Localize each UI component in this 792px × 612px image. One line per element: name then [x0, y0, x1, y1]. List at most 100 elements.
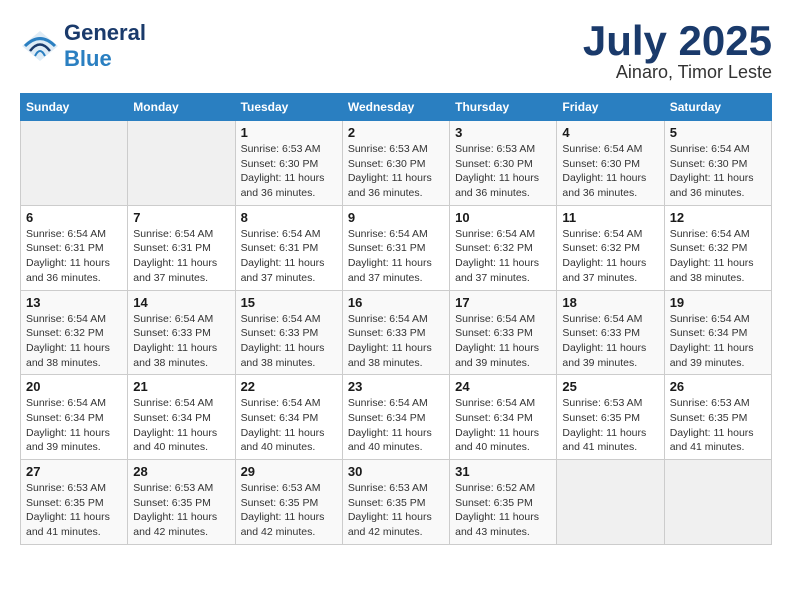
day-number: 6	[26, 210, 122, 225]
day-info: Sunrise: 6:54 AM Sunset: 6:32 PM Dayligh…	[455, 227, 551, 286]
calendar-cell: 12Sunrise: 6:54 AM Sunset: 6:32 PM Dayli…	[664, 205, 771, 290]
logo: General Blue	[20, 20, 146, 72]
calendar-cell: 18 Sunrise: 6:54 AM Sunset: 6:33 PM Dayli…	[557, 290, 664, 375]
day-number: 22	[241, 379, 337, 394]
title-block: July 2025 Ainaro, Timor Leste	[583, 20, 772, 83]
weekday-header-row: SundayMondayTuesdayWednesdayThursdayFrid…	[21, 94, 772, 121]
day-number: 26	[670, 379, 766, 394]
logo-blue: Blue	[64, 46, 112, 71]
day-info: Sunrise: 6:54 AM Sunset: 6:34 PM Dayligh…	[241, 396, 337, 455]
week-row-4: 20 Sunrise: 6:54 AM Sunset: 6:34 PM Dayli…	[21, 375, 772, 460]
calendar-table: SundayMondayTuesdayWednesdayThursdayFrid…	[20, 93, 772, 545]
day-info: Sunrise: 6:53 AM Sunset: 6:35 PM Dayligh…	[670, 396, 766, 455]
day-info: Sunrise: 6:54 AM Sunset: 6:34 PM Dayligh…	[455, 396, 551, 455]
month-title: July 2025	[583, 20, 772, 62]
day-info: Sunrise: 6:53 AM Sunset: 6:30 PM Dayligh…	[455, 142, 551, 201]
day-number: 2	[348, 125, 444, 140]
calendar-cell: 8Sunrise: 6:54 AM Sunset: 6:31 PM Daylig…	[235, 205, 342, 290]
day-number: 16	[348, 295, 444, 310]
calendar-cell: 24 Sunrise: 6:54 AM Sunset: 6:34 PM Dayli…	[450, 375, 557, 460]
location-title: Ainaro, Timor Leste	[583, 62, 772, 83]
calendar-cell	[664, 460, 771, 545]
calendar-cell: 21Sunrise: 6:54 AM Sunset: 6:34 PM Dayli…	[128, 375, 235, 460]
calendar-cell: 19Sunrise: 6:54 AM Sunset: 6:34 PM Dayli…	[664, 290, 771, 375]
day-info: Sunrise: 6:54 AM Sunset: 6:30 PM Dayligh…	[670, 142, 766, 201]
calendar-cell: 17Sunrise: 6:54 AM Sunset: 6:33 PM Dayli…	[450, 290, 557, 375]
calendar-cell: 25 Sunrise: 6:53 AM Sunset: 6:35 PM Dayli…	[557, 375, 664, 460]
calendar-cell	[21, 121, 128, 206]
calendar-cell: 6 Sunrise: 6:54 AM Sunset: 6:31 PM Daylig…	[21, 205, 128, 290]
page-header: General Blue July 2025 Ainaro, Timor Les…	[20, 20, 772, 83]
week-row-5: 27 Sunrise: 6:53 AM Sunset: 6:35 PM Dayli…	[21, 460, 772, 545]
weekday-header-thursday: Thursday	[450, 94, 557, 121]
calendar-cell: 9Sunrise: 6:54 AM Sunset: 6:31 PM Daylig…	[342, 205, 449, 290]
calendar-cell: 14Sunrise: 6:54 AM Sunset: 6:33 PM Dayli…	[128, 290, 235, 375]
day-number: 28	[133, 464, 229, 479]
weekday-header-monday: Monday	[128, 94, 235, 121]
day-number: 30	[348, 464, 444, 479]
day-number: 7	[133, 210, 229, 225]
day-info: Sunrise: 6:53 AM Sunset: 6:35 PM Dayligh…	[562, 396, 658, 455]
day-number: 8	[241, 210, 337, 225]
day-number: 23	[348, 379, 444, 394]
day-info: Sunrise: 6:54 AM Sunset: 6:34 PM Dayligh…	[26, 396, 122, 455]
day-number: 1	[241, 125, 337, 140]
weekday-header-sunday: Sunday	[21, 94, 128, 121]
logo-general: General	[64, 20, 146, 45]
calendar-cell: 30 Sunrise: 6:53 AM Sunset: 6:35 PM Dayli…	[342, 460, 449, 545]
weekday-header-tuesday: Tuesday	[235, 94, 342, 121]
weekday-header-friday: Friday	[557, 94, 664, 121]
day-number: 20	[26, 379, 122, 394]
calendar-cell: 20 Sunrise: 6:54 AM Sunset: 6:34 PM Dayli…	[21, 375, 128, 460]
calendar-cell: 27 Sunrise: 6:53 AM Sunset: 6:35 PM Dayli…	[21, 460, 128, 545]
week-row-2: 6 Sunrise: 6:54 AM Sunset: 6:31 PM Daylig…	[21, 205, 772, 290]
day-number: 9	[348, 210, 444, 225]
day-info: Sunrise: 6:54 AM Sunset: 6:31 PM Dayligh…	[26, 227, 122, 286]
day-number: 19	[670, 295, 766, 310]
day-info: Sunrise: 6:54 AM Sunset: 6:32 PM Dayligh…	[670, 227, 766, 286]
day-info: Sunrise: 6:54 AM Sunset: 6:34 PM Dayligh…	[348, 396, 444, 455]
day-number: 13	[26, 295, 122, 310]
calendar-cell: 28Sunrise: 6:53 AM Sunset: 6:35 PM Dayli…	[128, 460, 235, 545]
calendar-cell: 1 Sunrise: 6:53 AM Sunset: 6:30 PM Daylig…	[235, 121, 342, 206]
day-number: 5	[670, 125, 766, 140]
week-row-1: 1 Sunrise: 6:53 AM Sunset: 6:30 PM Daylig…	[21, 121, 772, 206]
day-number: 27	[26, 464, 122, 479]
day-info: Sunrise: 6:53 AM Sunset: 6:35 PM Dayligh…	[26, 481, 122, 540]
day-info: Sunrise: 6:53 AM Sunset: 6:35 PM Dayligh…	[348, 481, 444, 540]
day-number: 31	[455, 464, 551, 479]
day-number: 24	[455, 379, 551, 394]
calendar-cell: 29Sunrise: 6:53 AM Sunset: 6:35 PM Dayli…	[235, 460, 342, 545]
day-number: 18	[562, 295, 658, 310]
day-info: Sunrise: 6:54 AM Sunset: 6:33 PM Dayligh…	[348, 312, 444, 371]
day-number: 15	[241, 295, 337, 310]
calendar-cell	[128, 121, 235, 206]
calendar-cell: 13 Sunrise: 6:54 AM Sunset: 6:32 PM Dayli…	[21, 290, 128, 375]
calendar-cell	[557, 460, 664, 545]
day-number: 3	[455, 125, 551, 140]
calendar-cell: 22 Sunrise: 6:54 AM Sunset: 6:34 PM Dayli…	[235, 375, 342, 460]
calendar-cell: 7 Sunrise: 6:54 AM Sunset: 6:31 PM Daylig…	[128, 205, 235, 290]
calendar-cell: 23 Sunrise: 6:54 AM Sunset: 6:34 PM Dayli…	[342, 375, 449, 460]
day-number: 10	[455, 210, 551, 225]
calendar-cell: 11Sunrise: 6:54 AM Sunset: 6:32 PM Dayli…	[557, 205, 664, 290]
day-number: 11	[562, 210, 658, 225]
calendar-cell: 4Sunrise: 6:54 AM Sunset: 6:30 PM Daylig…	[557, 121, 664, 206]
calendar-cell: 31 Sunrise: 6:52 AM Sunset: 6:35 PM Dayli…	[450, 460, 557, 545]
calendar-cell: 3 Sunrise: 6:53 AM Sunset: 6:30 PM Daylig…	[450, 121, 557, 206]
day-info: Sunrise: 6:53 AM Sunset: 6:30 PM Dayligh…	[241, 142, 337, 201]
day-info: Sunrise: 6:54 AM Sunset: 6:31 PM Dayligh…	[133, 227, 229, 286]
calendar-cell: 26 Sunrise: 6:53 AM Sunset: 6:35 PM Dayli…	[664, 375, 771, 460]
day-number: 4	[562, 125, 658, 140]
calendar-cell: 15 Sunrise: 6:54 AM Sunset: 6:33 PM Dayli…	[235, 290, 342, 375]
calendar-cell: 10 Sunrise: 6:54 AM Sunset: 6:32 PM Dayli…	[450, 205, 557, 290]
day-info: Sunrise: 6:52 AM Sunset: 6:35 PM Dayligh…	[455, 481, 551, 540]
calendar-cell: 5 Sunrise: 6:54 AM Sunset: 6:30 PM Daylig…	[664, 121, 771, 206]
day-info: Sunrise: 6:54 AM Sunset: 6:32 PM Dayligh…	[26, 312, 122, 371]
weekday-header-wednesday: Wednesday	[342, 94, 449, 121]
day-info: Sunrise: 6:53 AM Sunset: 6:30 PM Dayligh…	[348, 142, 444, 201]
day-info: Sunrise: 6:54 AM Sunset: 6:33 PM Dayligh…	[241, 312, 337, 371]
calendar-cell: 2 Sunrise: 6:53 AM Sunset: 6:30 PM Daylig…	[342, 121, 449, 206]
day-number: 25	[562, 379, 658, 394]
day-info: Sunrise: 6:54 AM Sunset: 6:33 PM Dayligh…	[562, 312, 658, 371]
